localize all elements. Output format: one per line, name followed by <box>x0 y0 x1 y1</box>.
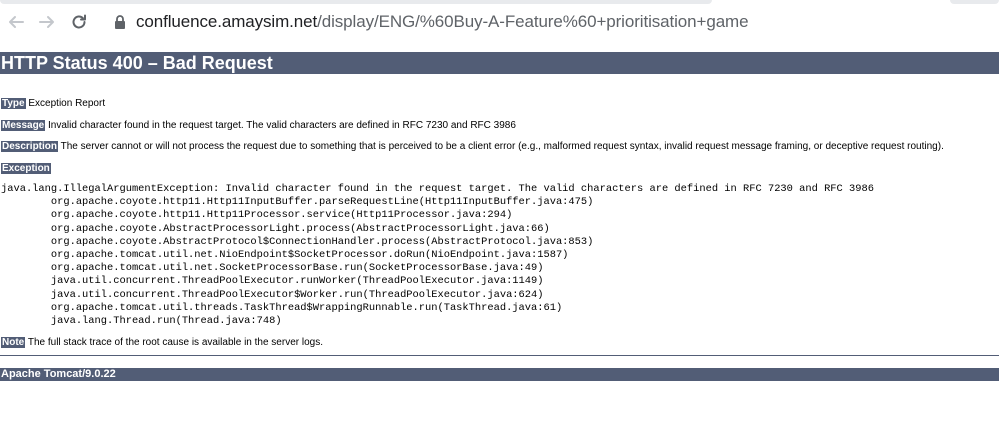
stack-trace-line: org.apache.tomcat.util.threads.TaskThrea… <box>1 301 563 314</box>
message-row: Message Invalid character found in the r… <box>1 119 516 132</box>
stack-trace-line: org.apache.tomcat.util.net.NioEndpoint$S… <box>1 249 569 262</box>
tab-strip <box>0 0 999 4</box>
stack-trace-line: java.util.concurrent.ThreadPoolExecutor.… <box>1 275 544 288</box>
description-label: Description <box>1 141 59 152</box>
type-label: Type <box>1 98 26 109</box>
url-path: /display/ENG/%60Buy-A-Feature%60+priorit… <box>317 12 749 31</box>
exception-label: Exception <box>1 163 51 174</box>
stack-trace: java.lang.IllegalArgumentException: Inva… <box>1 183 874 328</box>
page-title: HTTP Status 400 – Bad Request <box>0 52 999 74</box>
arrow-right-icon <box>38 13 56 31</box>
reload-button[interactable] <box>68 11 90 33</box>
reload-icon <box>70 13 88 31</box>
url-text[interactable]: confluence.amaysim.net/display/ENG/%60Bu… <box>136 11 749 33</box>
stack-trace-line: org.apache.coyote.AbstractProtocol$Conne… <box>1 235 594 248</box>
error-page: HTTP Status 400 – Bad Request Type Excep… <box>0 46 999 426</box>
browser-toolbar: confluence.amaysim.net/display/ENG/%60Bu… <box>0 0 999 46</box>
stack-trace-line: org.apache.coyote.AbstractProcessorLight… <box>1 222 550 235</box>
arrow-left-icon <box>7 13 25 31</box>
url-host: confluence.amaysim.net <box>136 12 318 31</box>
stack-trace-line: java.util.concurrent.ThreadPoolExecutor$… <box>1 288 544 301</box>
description-row: Description The server cannot or will no… <box>1 140 944 153</box>
browser-tab[interactable] <box>950 0 999 4</box>
stack-trace-line: org.apache.coyote.http11.Http11InputBuff… <box>1 196 594 209</box>
server-footer: Apache Tomcat/9.0.22 <box>0 368 999 381</box>
message-value: Invalid character found in the request t… <box>48 120 516 131</box>
stack-trace-line: org.apache.tomcat.util.net.SocketProcess… <box>1 262 544 275</box>
type-row: Type Exception Report <box>1 97 105 110</box>
stack-trace-line: java.lang.Thread.run(Thread.java:748) <box>1 315 282 328</box>
stack-trace-line: org.apache.coyote.http11.Http11Processor… <box>1 209 513 222</box>
forward-button[interactable] <box>36 11 58 33</box>
lock-icon[interactable] <box>114 15 126 34</box>
stack-trace-line: java.lang.IllegalArgumentException: Inva… <box>1 183 874 195</box>
description-value: The server cannot or will not process th… <box>60 141 944 152</box>
message-label: Message <box>1 120 46 131</box>
divider <box>0 355 999 356</box>
address-bar[interactable]: confluence.amaysim.net/display/ENG/%60Bu… <box>104 5 999 39</box>
note-value: The full stack trace of the root cause i… <box>27 337 323 348</box>
back-button[interactable] <box>5 11 27 33</box>
note-row: Note The full stack trace of the root ca… <box>1 336 323 349</box>
exception-row: Exception <box>1 162 51 175</box>
note-label: Note <box>1 337 26 348</box>
type-value: Exception Report <box>28 98 106 109</box>
browser-tab[interactable] <box>0 0 712 4</box>
